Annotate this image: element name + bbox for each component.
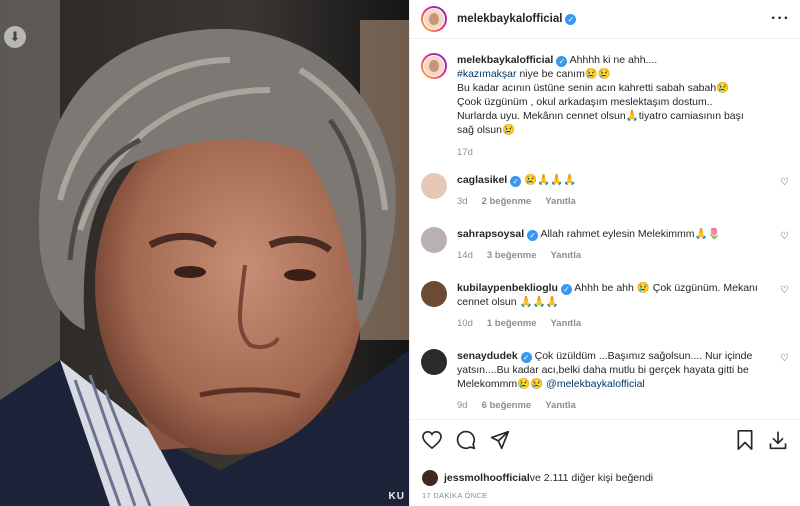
more-options-icon[interactable]: ··· bbox=[771, 10, 790, 28]
likes-summary: jessmolhoofficial ve 2.111 diğer kişi be… bbox=[422, 470, 653, 486]
comment-likes[interactable]: 2 beğenme bbox=[482, 196, 532, 207]
comment-text: 😢🙏🙏🙏 bbox=[524, 174, 577, 186]
caption-line3: Bu kadar acının üstüne senin acın kahret… bbox=[457, 82, 730, 94]
caption-line1: Ahhhh ki ne ahh.... bbox=[569, 54, 658, 66]
commenter-username[interactable]: senaydudek bbox=[457, 350, 518, 362]
portrait-illustration bbox=[0, 0, 409, 506]
liker-username[interactable]: jessmolhoofficial bbox=[444, 472, 530, 484]
comment-item: kubilaypenbeklioglu ✓ Ahhh be ahh 😢 Çok ü… bbox=[410, 281, 800, 331]
commenter-username[interactable]: kubilaypenbeklioglu bbox=[457, 282, 558, 294]
comment-icon[interactable] bbox=[456, 430, 476, 450]
commenter-username[interactable]: sahrapsoysal bbox=[457, 228, 524, 240]
verified-badge-icon: ✓ bbox=[560, 284, 572, 295]
hashtag-link[interactable]: #kazımakşar bbox=[457, 68, 517, 80]
comment-item: senaydudek ✓ Çok üzüldüm ...Başımız sağol… bbox=[410, 349, 800, 413]
photo-watermark: KU bbox=[388, 491, 405, 502]
likes-count[interactable]: ve 2.111 diğer kişi beğendi bbox=[530, 472, 653, 484]
comment-age[interactable]: 10d bbox=[457, 318, 473, 329]
comment-age[interactable]: 14d bbox=[457, 250, 473, 261]
verified-badge-icon: ✓ bbox=[520, 352, 532, 363]
comment-likes[interactable]: 3 beğenme bbox=[487, 250, 537, 261]
comment-text: Allah rahmet eylesin Melekimmm🙏🌷 bbox=[540, 228, 721, 240]
bookmark-icon[interactable] bbox=[736, 430, 754, 450]
liker-avatar[interactable] bbox=[422, 470, 438, 486]
commenter-avatar[interactable] bbox=[421, 173, 447, 199]
commenter-avatar[interactable] bbox=[421, 227, 447, 253]
verified-badge-icon: ✓ bbox=[556, 56, 568, 67]
verified-badge-icon: ✓ bbox=[510, 176, 522, 187]
mention-link[interactable]: @melekbaykalofficial bbox=[546, 378, 645, 390]
download-icon[interactable] bbox=[768, 430, 788, 450]
download-arrow-icon[interactable]: ⬇ bbox=[4, 26, 26, 48]
post-header: melekbaykalofficial ✓ ··· bbox=[410, 0, 800, 39]
caption-line6: sağ olsun😢 bbox=[457, 124, 516, 136]
caption-age[interactable]: 17d bbox=[457, 146, 744, 160]
caption: melekbaykalofficial ✓ Ahhhh ki ne ahh....… bbox=[410, 39, 800, 160]
heart-icon[interactable] bbox=[422, 431, 442, 449]
like-comment-heart-icon[interactable]: ♡ bbox=[780, 177, 789, 188]
reply-button[interactable]: Yanıtla bbox=[551, 318, 582, 329]
comment-likes[interactable]: 6 beğenme bbox=[482, 400, 532, 411]
caption-username[interactable]: melekbaykalofficial bbox=[457, 54, 553, 66]
comment-age[interactable]: 3d bbox=[457, 196, 468, 207]
commenter-avatar[interactable] bbox=[421, 349, 447, 375]
author-avatar[interactable] bbox=[421, 6, 447, 32]
like-comment-heart-icon[interactable]: ♡ bbox=[780, 353, 789, 364]
reply-button[interactable]: Yanıtla bbox=[551, 250, 582, 261]
reply-button[interactable]: Yanıtla bbox=[545, 196, 576, 207]
post-actions bbox=[410, 419, 800, 460]
reply-button[interactable]: Yanıtla bbox=[545, 400, 576, 411]
verified-badge-icon: ✓ bbox=[527, 230, 539, 241]
comment-likes[interactable]: 1 beğenme bbox=[487, 318, 537, 329]
like-comment-heart-icon[interactable]: ♡ bbox=[780, 231, 789, 242]
comments-scroll[interactable]: melekbaykalofficial ✓ Ahhhh ki ne ahh....… bbox=[410, 39, 800, 420]
comment-item: sahrapsoysal ✓ Allah rahmet eylesin Melek… bbox=[410, 227, 800, 263]
commenter-username[interactable]: caglasikel bbox=[457, 174, 507, 186]
comment-item: caglasikel ✓ 😢🙏🙏🙏 3d 2 beğenme Yanıtla ♡ bbox=[410, 173, 800, 209]
caption-line4: Çook üzgünüm , okul arkadaşım meslektaşı… bbox=[457, 96, 713, 108]
caption-line5: Nurlarda uyu. Mekânın cennet olsun🙏tiyat… bbox=[457, 110, 744, 122]
like-comment-heart-icon[interactable]: ♡ bbox=[780, 285, 789, 296]
post-side-panel: melekbaykalofficial ✓ ··· melekbaykaloff… bbox=[409, 0, 800, 506]
comment-age[interactable]: 9d bbox=[457, 400, 468, 411]
post-photo[interactable]: ⬇ KU bbox=[0, 0, 409, 506]
commenter-avatar[interactable] bbox=[421, 281, 447, 307]
caption-avatar[interactable] bbox=[421, 53, 447, 79]
share-icon[interactable] bbox=[490, 430, 510, 450]
post-timestamp[interactable]: 17 DAKİKA ÖNCE bbox=[422, 491, 487, 500]
verified-badge-icon: ✓ bbox=[565, 13, 577, 25]
author-username[interactable]: melekbaykalofficial bbox=[457, 13, 562, 25]
caption-line2: niye be canım😢😢 bbox=[516, 68, 611, 80]
